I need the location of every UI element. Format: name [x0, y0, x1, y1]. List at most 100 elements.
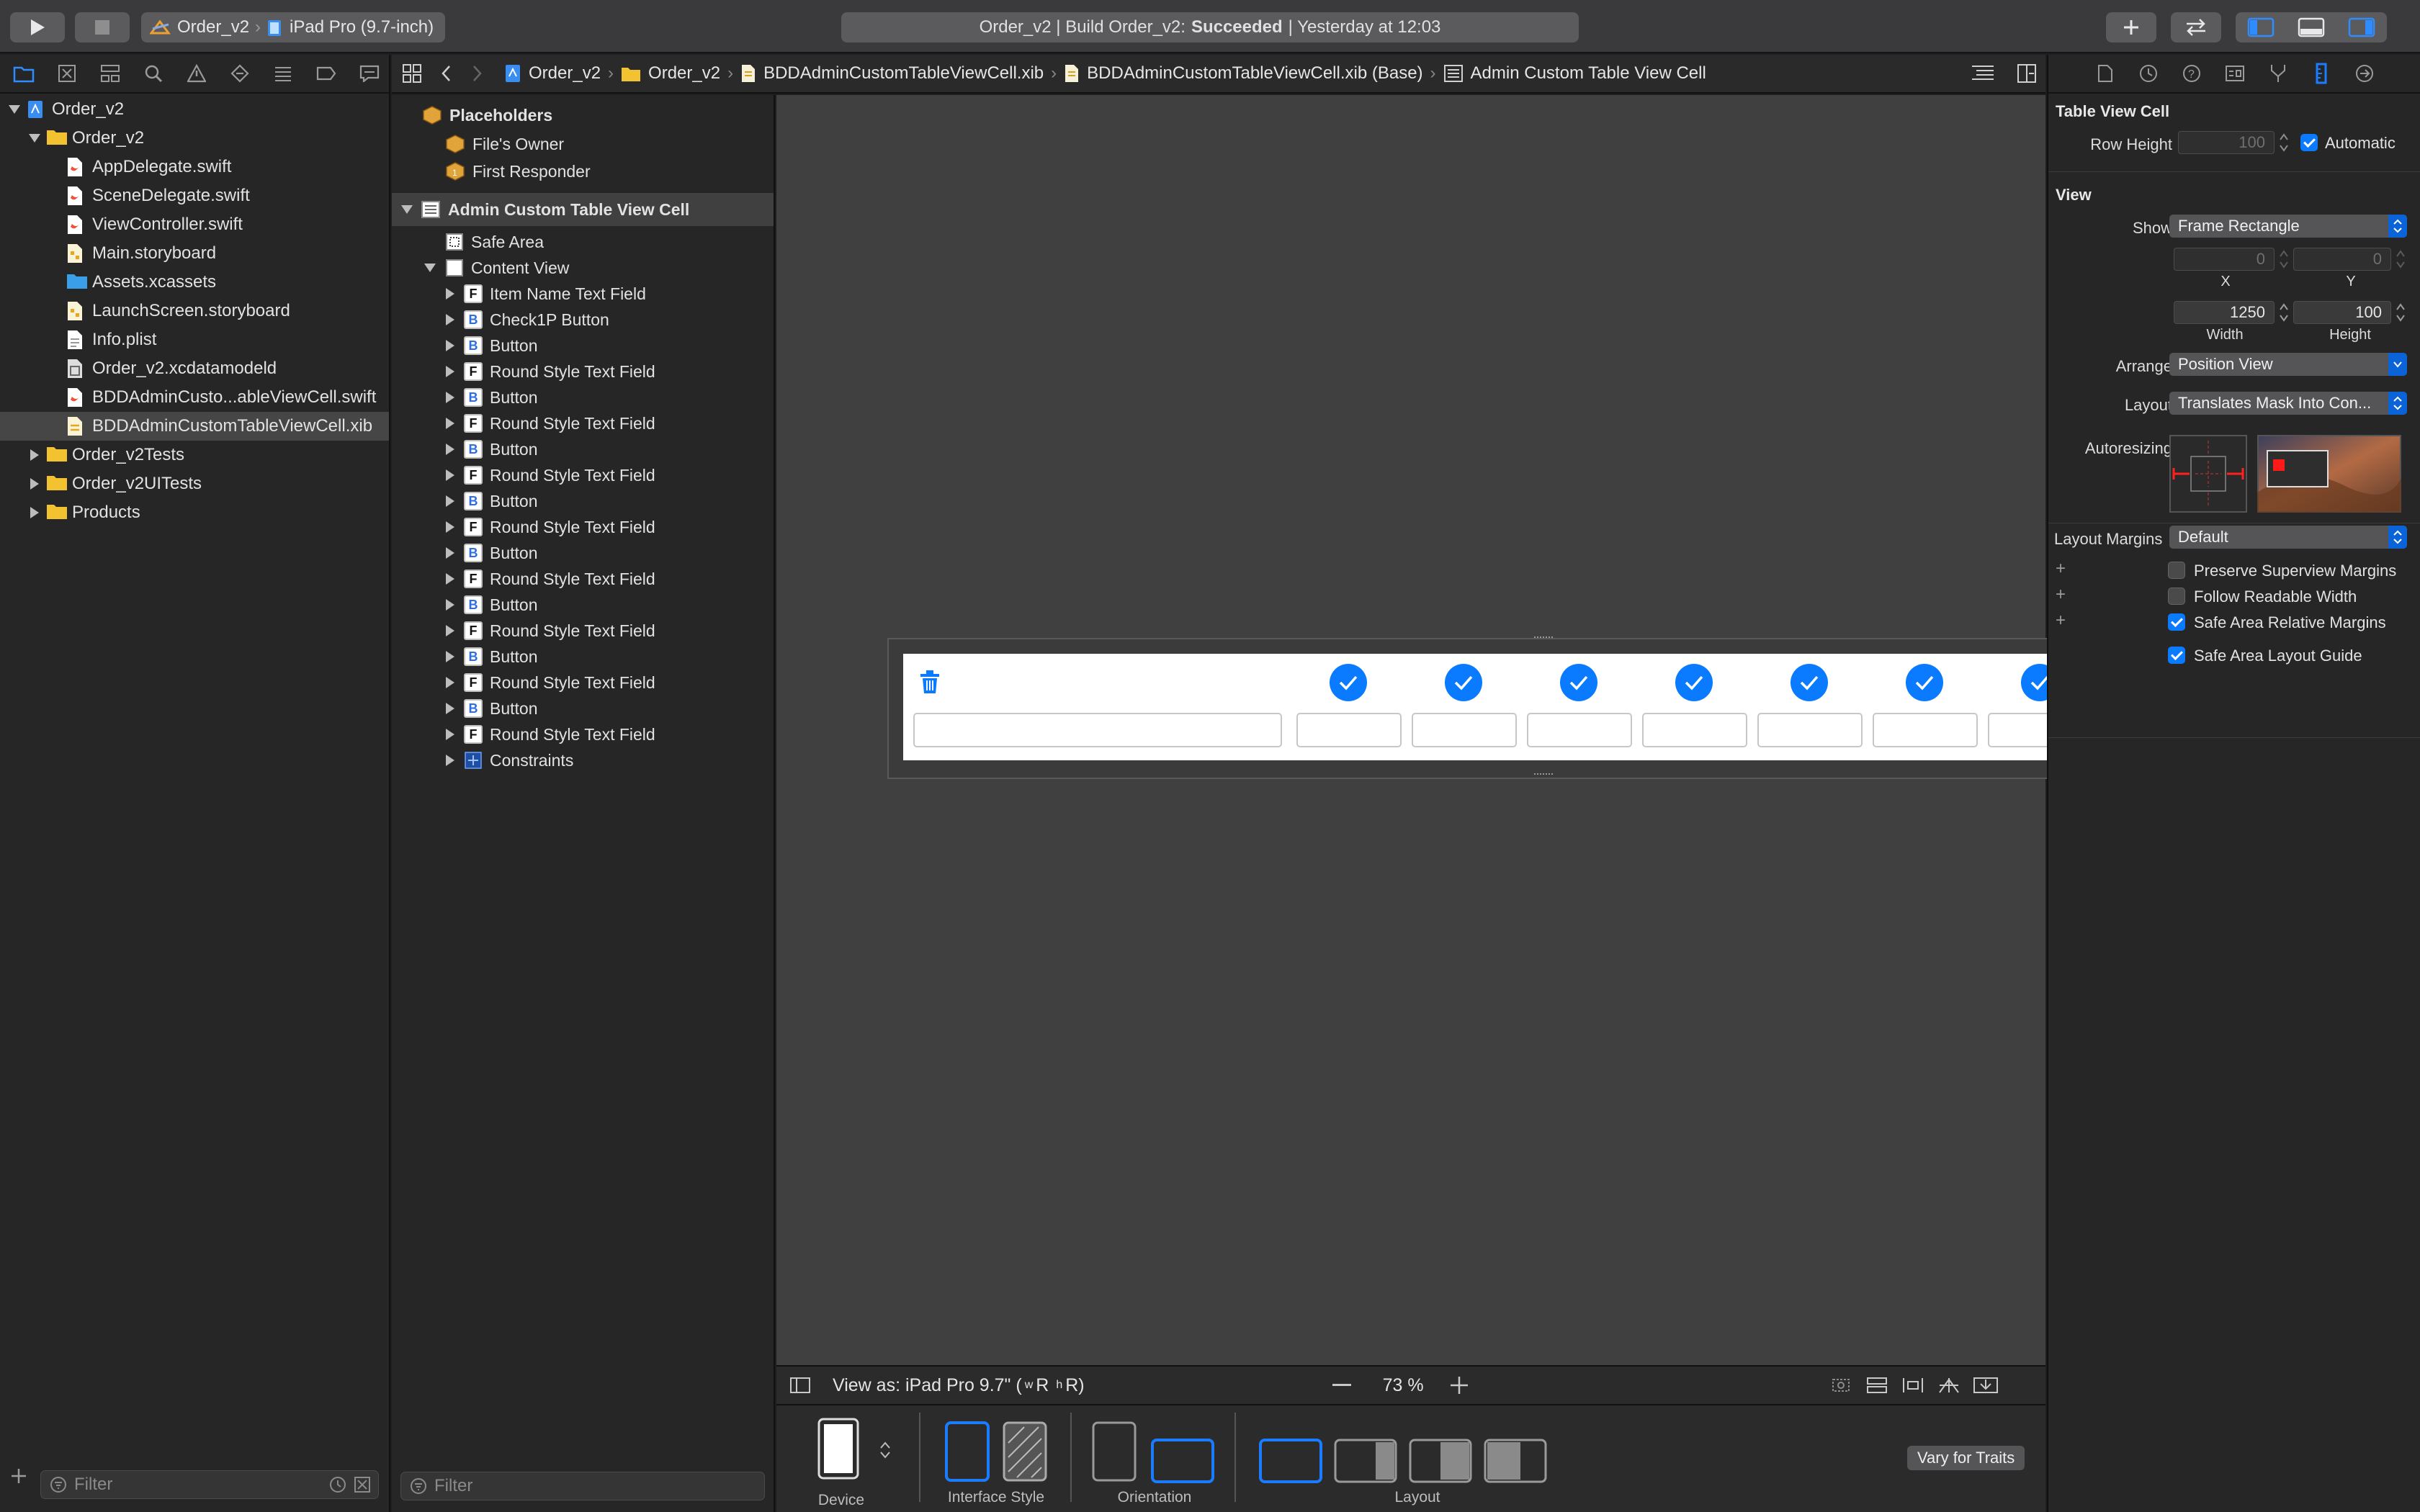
portrait-orientation-icon[interactable] [1092, 1421, 1137, 1482]
navigator-filter-field[interactable]: Filter [40, 1470, 379, 1499]
height-stepper[interactable] [2394, 301, 2407, 324]
margin-option-checkbox[interactable] [2168, 647, 2185, 664]
report-icon[interactable] [356, 62, 383, 85]
editor-options-icon[interactable] [1971, 64, 1995, 83]
outline-item[interactable]: B Check1P Button [392, 307, 774, 333]
library-button[interactable] [2106, 12, 2156, 42]
disclosure-closed-icon[interactable] [445, 443, 455, 456]
crumb-xib[interactable]: BDDAdminCustomTableViewCell.xib [763, 63, 1044, 84]
round-style-text-field[interactable] [1757, 713, 1863, 747]
round-style-text-field[interactable] [1412, 713, 1517, 747]
file-inspector-icon[interactable] [2092, 62, 2119, 85]
item-name-text-field[interactable] [913, 713, 1282, 747]
search-icon[interactable] [140, 62, 167, 85]
outline-item[interactable]: F Round Style Text Field [392, 721, 774, 747]
device-preview-icon[interactable] [817, 1417, 860, 1480]
navigator-item[interactable]: Order_v2Tests [0, 441, 389, 469]
zoom-level[interactable]: 73 % [1383, 1375, 1424, 1396]
margin-option-checkbox[interactable] [2168, 588, 2185, 605]
disclosure-closed-icon[interactable] [445, 546, 455, 559]
add-editor-icon[interactable] [2017, 63, 2037, 84]
source-control-icon[interactable] [53, 62, 81, 85]
navigator-item[interactable]: BDDAdminCusto...ableViewCell.swift [0, 383, 389, 412]
add-variation-icon[interactable]: + [2056, 559, 2066, 579]
disclosure-closed-icon[interactable] [445, 754, 455, 767]
dark-appearance-icon[interactable] [1003, 1421, 1047, 1482]
disclosure-closed-icon[interactable] [445, 572, 455, 585]
x-stepper[interactable] [2277, 248, 2290, 271]
outline-item[interactable]: B Button [392, 436, 774, 462]
interface-builder-canvas[interactable] [776, 95, 2093, 1365]
outline-item[interactable]: F Round Style Text Field [392, 514, 774, 540]
disclosure-closed-icon[interactable] [27, 448, 42, 462]
outline-files-owner[interactable]: File's Owner [392, 131, 774, 157]
checkmark-circle-icon[interactable] [1675, 664, 1713, 701]
breakpoint-icon[interactable] [313, 62, 340, 85]
checkmark-circle-icon[interactable] [1445, 664, 1482, 701]
outline-item[interactable]: F Round Style Text Field [392, 566, 774, 592]
disclosure-open-icon[interactable] [424, 262, 436, 274]
disclosure-closed-icon[interactable] [445, 287, 455, 300]
disclosure-closed-icon[interactable] [445, 702, 455, 715]
navigator-toggle-icon[interactable] [2247, 17, 2275, 37]
embed-in-stack-icon[interactable] [1865, 1375, 1889, 1395]
resize-handle-top[interactable] [1534, 636, 1553, 641]
disclosure-closed-icon[interactable] [445, 313, 455, 326]
zoom-in-icon[interactable] [1450, 1376, 1469, 1395]
update-frames-icon[interactable] [1829, 1375, 1853, 1395]
zoom-out-icon[interactable] [1332, 1384, 1351, 1387]
round-style-text-field[interactable] [1296, 713, 1402, 747]
navigator-item[interactable]: LaunchScreen.storyboard [0, 297, 389, 325]
hierarchy-icon[interactable] [97, 62, 124, 85]
disclosure-closed-icon[interactable] [27, 505, 42, 520]
navigator-item[interactable]: Order_v2 [0, 95, 389, 124]
layout-popup[interactable]: Translates Mask Into Con... [2169, 392, 2407, 415]
stop-button[interactable] [75, 12, 130, 42]
checkmark-circle-icon[interactable] [1791, 664, 1828, 701]
layout-margins-popup[interactable]: Default [2169, 526, 2407, 549]
cell-preview[interactable] [887, 636, 2093, 779]
sidebar-toggle-icon[interactable] [789, 1377, 811, 1394]
checkmark-circle-icon[interactable] [1330, 664, 1367, 701]
recent-files-icon[interactable] [329, 1476, 346, 1493]
arrange-popup[interactable]: Position View [2169, 353, 2407, 376]
disclosure-closed-icon[interactable] [445, 728, 455, 741]
outline-item[interactable]: Constraints [392, 747, 774, 773]
landscape-orientation-icon[interactable] [1151, 1439, 1214, 1483]
disclosure-closed-icon[interactable] [445, 624, 455, 637]
view-as-label[interactable]: View as: iPad Pro 9.7" ( [833, 1375, 1022, 1396]
outline-item[interactable]: B Button [392, 488, 774, 514]
disclosure-closed-icon[interactable] [27, 477, 42, 491]
show-popup[interactable]: Frame Rectangle [2169, 215, 2407, 238]
outline-item[interactable]: B Button [392, 333, 774, 359]
navigator-item[interactable]: BDDAdminCustomTableViewCell.xib [0, 412, 389, 441]
layout-one-third-icon[interactable] [1484, 1439, 1547, 1483]
history-inspector-icon[interactable] [2135, 62, 2162, 85]
align-constraints-icon[interactable] [1901, 1375, 1925, 1395]
checkmark-circle-icon[interactable] [1906, 664, 1943, 701]
layout-full-icon[interactable] [1259, 1439, 1322, 1483]
trash-icon[interactable] [919, 670, 941, 694]
navigator-item[interactable]: Main.storyboard [0, 239, 389, 268]
size-inspector-icon[interactable] [2308, 62, 2335, 85]
disclosure-closed-icon[interactable] [445, 676, 455, 689]
outline-first-responder[interactable]: 1 First Responder [392, 158, 774, 184]
crumb-group[interactable]: Order_v2 [648, 63, 720, 84]
outline-filter-field[interactable]: Filter [400, 1472, 765, 1500]
disclosure-closed-icon[interactable] [445, 495, 455, 508]
disclosure-open-icon[interactable] [7, 102, 22, 117]
code-review-button[interactable] [2171, 12, 2221, 42]
navigator-item[interactable]: Order_v2 [0, 124, 389, 153]
crumb-xib-base[interactable]: BDDAdminCustomTableViewCell.xib (Base) [1087, 63, 1422, 84]
outline-item[interactable]: F Round Style Text Field [392, 410, 774, 436]
vary-for-traits-button[interactable]: Vary for Traits [1907, 1446, 2025, 1470]
connections-inspector-icon[interactable] [2351, 62, 2378, 85]
y-field[interactable]: 0 [2293, 248, 2391, 271]
outline-item[interactable]: B Button [392, 644, 774, 670]
back-arrow-icon[interactable] [441, 65, 451, 82]
disclosure-closed-icon[interactable] [445, 650, 455, 663]
navigator-item[interactable]: Info.plist [0, 325, 389, 354]
debug-area-toggle-icon[interactable] [2298, 17, 2325, 37]
device-stepper-icon[interactable] [879, 1440, 892, 1460]
run-button[interactable] [10, 12, 65, 42]
